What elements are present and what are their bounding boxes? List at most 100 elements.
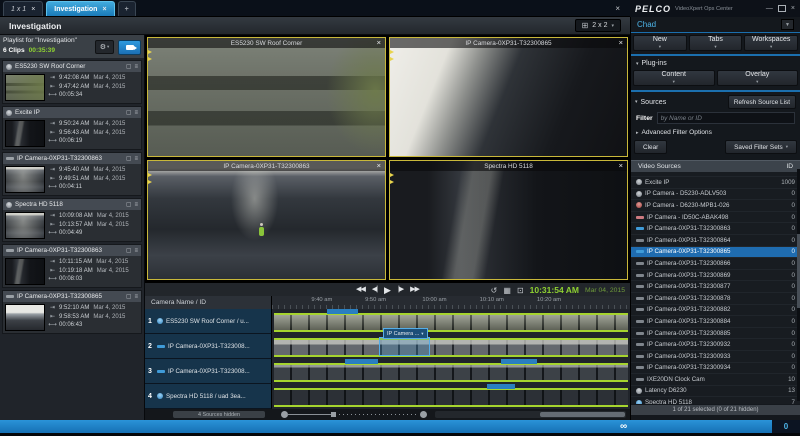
clip-segment[interactable]: [327, 309, 357, 314]
source-row[interactable]: IP Camera-0XP31-T323008630: [631, 223, 800, 235]
close-strip-icon[interactable]: ×: [615, 4, 620, 13]
fast-forward-button[interactable]: ▶▶: [410, 283, 419, 297]
restore-button[interactable]: [778, 5, 786, 12]
source-row[interactable]: IP Camera-0XP31-T323009330: [631, 351, 800, 363]
timeline-row-label[interactable]: 1ES5230 SW Roof Corner / u...: [145, 309, 272, 334]
source-list[interactable]: Excite IP1009IP Camera - D5230-ADLV5030I…: [631, 172, 800, 404]
step-back-button[interactable]: ◀|: [372, 283, 377, 297]
step-forward-button[interactable]: |▶: [398, 283, 403, 297]
time-ruler[interactable]: 9:40 am9:50 am10:00 am10:10 am10:20 am: [272, 296, 630, 309]
playlist-clip[interactable]: Spectra HD 5118▢≡⇥10:09:08 AMMar 4, 2015…: [2, 198, 142, 242]
menu-icon[interactable]: ≡: [134, 248, 138, 254]
filter-input[interactable]: [657, 112, 795, 124]
bracket-icon[interactable]: ▢: [126, 155, 132, 162]
sources-hidden-button[interactable]: 4 Sources hidden: [173, 411, 265, 418]
bracket-icon[interactable]: ▢: [126, 63, 132, 70]
slider-handle[interactable]: [420, 411, 427, 418]
close-tab-icon[interactable]: ×: [31, 6, 35, 13]
source-row[interactable]: IP Camera - ID50C-ABAK4980: [631, 212, 800, 224]
plugins-section-header[interactable]: ▾ Plug-ins: [631, 56, 800, 69]
close-cell-icon[interactable]: ×: [377, 161, 381, 171]
playlist-clip[interactable]: Excite IP▢≡⇥9:50:24 AMMar 4, 2015⇤9:56:4…: [2, 106, 142, 150]
source-row[interactable]: Latency D623013: [631, 386, 800, 398]
hscrollbar-thumb[interactable]: [540, 412, 625, 417]
source-row[interactable]: IP Camera-0XP31-T323009320: [631, 339, 800, 351]
refresh-source-list-button[interactable]: Refresh Source List: [728, 95, 796, 109]
layout-selector[interactable]: ⊞ 2 x 2 ▾: [575, 19, 621, 32]
timeline-row-label[interactable]: 2IP Camera-0XP31-T323008...: [145, 334, 272, 359]
rewind-button[interactable]: ◀◀: [356, 283, 365, 297]
sources-toggle[interactable]: ▾ Sources: [635, 99, 666, 106]
source-row[interactable]: IP Camera-0XP31-T323008850: [631, 328, 800, 340]
minimize-button[interactable]: —: [766, 4, 773, 14]
saved-filter-sets-button[interactable]: Saved Filter Sets ▾: [725, 140, 797, 154]
timeline-row-label[interactable]: 4Spectra HD 5118 / uad 3ea...: [145, 384, 272, 409]
tab-investigation[interactable]: Investigation ×: [46, 1, 114, 16]
timeline-track[interactable]: [272, 359, 630, 384]
playlist-clip[interactable]: IP Camera-0XP31-T32300863▢≡⇥10:11:15 AMM…: [2, 244, 142, 288]
source-row[interactable]: IP Camera - D5230-ADLV5030: [631, 189, 800, 201]
clip-segment[interactable]: [345, 359, 377, 364]
clear-button[interactable]: Clear: [634, 140, 667, 154]
slider-handle[interactable]: [331, 412, 336, 417]
source-row[interactable]: Spectra HD 51187: [631, 397, 800, 404]
bracket-icon[interactable]: ▢: [126, 109, 132, 116]
timeline-hscrollbar[interactable]: [435, 411, 626, 418]
source-row[interactable]: IP Camera-0XP31-T323009340: [631, 363, 800, 375]
snapshot-icon[interactable]: ⊡: [517, 286, 524, 295]
bracket-icon[interactable]: ▢: [126, 293, 132, 300]
timeline-track[interactable]: [272, 309, 630, 334]
playlist-clip[interactable]: IP Camera-0XP31-T32300865▢≡⇥9:52:10 AMMa…: [2, 290, 142, 334]
menu-icon[interactable]: ≡: [134, 202, 138, 208]
clip-segment[interactable]: [379, 337, 429, 356]
timeline-track[interactable]: IP Camera ...▾: [272, 334, 630, 359]
source-row[interactable]: IP Camera-0XP31-T323008780: [631, 293, 800, 305]
source-row[interactable]: IP Camera-0XP31-T323008650: [631, 247, 800, 259]
clip-segment[interactable]: [501, 359, 537, 364]
user-name[interactable]: Chad: [637, 20, 781, 29]
close-tab-icon[interactable]: ×: [102, 6, 106, 13]
export-video-button[interactable]: [118, 40, 141, 55]
playlist-clip[interactable]: ES5230 SW Roof Corner▢≡⇥9:42:08 AMMar 4,…: [2, 60, 142, 104]
source-row[interactable]: IP Camera-0XP31-T323008820: [631, 305, 800, 317]
menu-icon[interactable]: ≡: [134, 294, 138, 300]
source-row[interactable]: Excite IP1009: [631, 177, 800, 189]
source-row[interactable]: IP Camera-0XP31-T323008690: [631, 270, 800, 282]
menu-icon[interactable]: ≡: [134, 156, 138, 162]
workspaces-button[interactable]: Workspaces ▾: [744, 35, 798, 51]
video-cell[interactable]: IP Camera-0XP31-T32300865×: [389, 37, 628, 157]
sync-icon[interactable]: ↺: [491, 286, 498, 295]
video-cell[interactable]: IP Camera-0XP31-T32300863×: [147, 160, 386, 280]
tab-1x1[interactable]: 1 x 1 ×: [3, 1, 43, 16]
content-button[interactable]: Content ▾: [633, 70, 715, 86]
filter-funnel-icon[interactable]: ▼: [781, 19, 794, 30]
tabs-button[interactable]: Tabs ▾: [689, 35, 743, 51]
bracket-icon[interactable]: ▢: [126, 247, 132, 254]
overlay-button[interactable]: Overlay ▾: [717, 70, 799, 86]
bracket-icon[interactable]: ▢: [126, 201, 132, 208]
new-tab-button[interactable]: +: [118, 1, 136, 16]
close-window-button[interactable]: ×: [791, 4, 795, 14]
video-cell[interactable]: ES5230 SW Roof Corner×: [147, 37, 386, 157]
menu-icon[interactable]: ≡: [134, 64, 138, 70]
close-cell-icon[interactable]: ×: [619, 161, 623, 171]
source-row[interactable]: IXE20DN Clock Cam10: [631, 374, 800, 386]
source-row[interactable]: IP Camera-0XP31-T323008640: [631, 235, 800, 247]
close-cell-icon[interactable]: ×: [377, 38, 381, 48]
advanced-filter-toggle[interactable]: ▸ Advanced Filter Options: [631, 126, 800, 137]
play-button[interactable]: ▶: [384, 283, 391, 297]
playlist-clip[interactable]: IP Camera-0XP31-T32300863▢≡⇥9:45:40 AMMa…: [2, 152, 142, 196]
calendar-icon[interactable]: ▦: [503, 286, 511, 295]
source-row[interactable]: IP Camera-0XP31-T323008770: [631, 281, 800, 293]
source-row[interactable]: IP Camera - D6230-MPB1-0260: [631, 200, 800, 212]
source-row[interactable]: IP Camera-0XP31-T323008840: [631, 316, 800, 328]
timeline-track[interactable]: [272, 384, 630, 409]
clip-segment[interactable]: [487, 384, 516, 389]
video-cell[interactable]: Spectra HD 5118×: [389, 160, 628, 280]
close-cell-icon[interactable]: ×: [619, 38, 623, 48]
notification-area[interactable]: 0: [772, 420, 800, 433]
source-row[interactable]: IP Camera-0XP31-T323008660: [631, 258, 800, 270]
playlist-settings-button[interactable]: ⚙ ▾: [95, 40, 114, 54]
timeline-zoom-slider[interactable]: [281, 409, 431, 420]
menu-icon[interactable]: ≡: [134, 110, 138, 116]
